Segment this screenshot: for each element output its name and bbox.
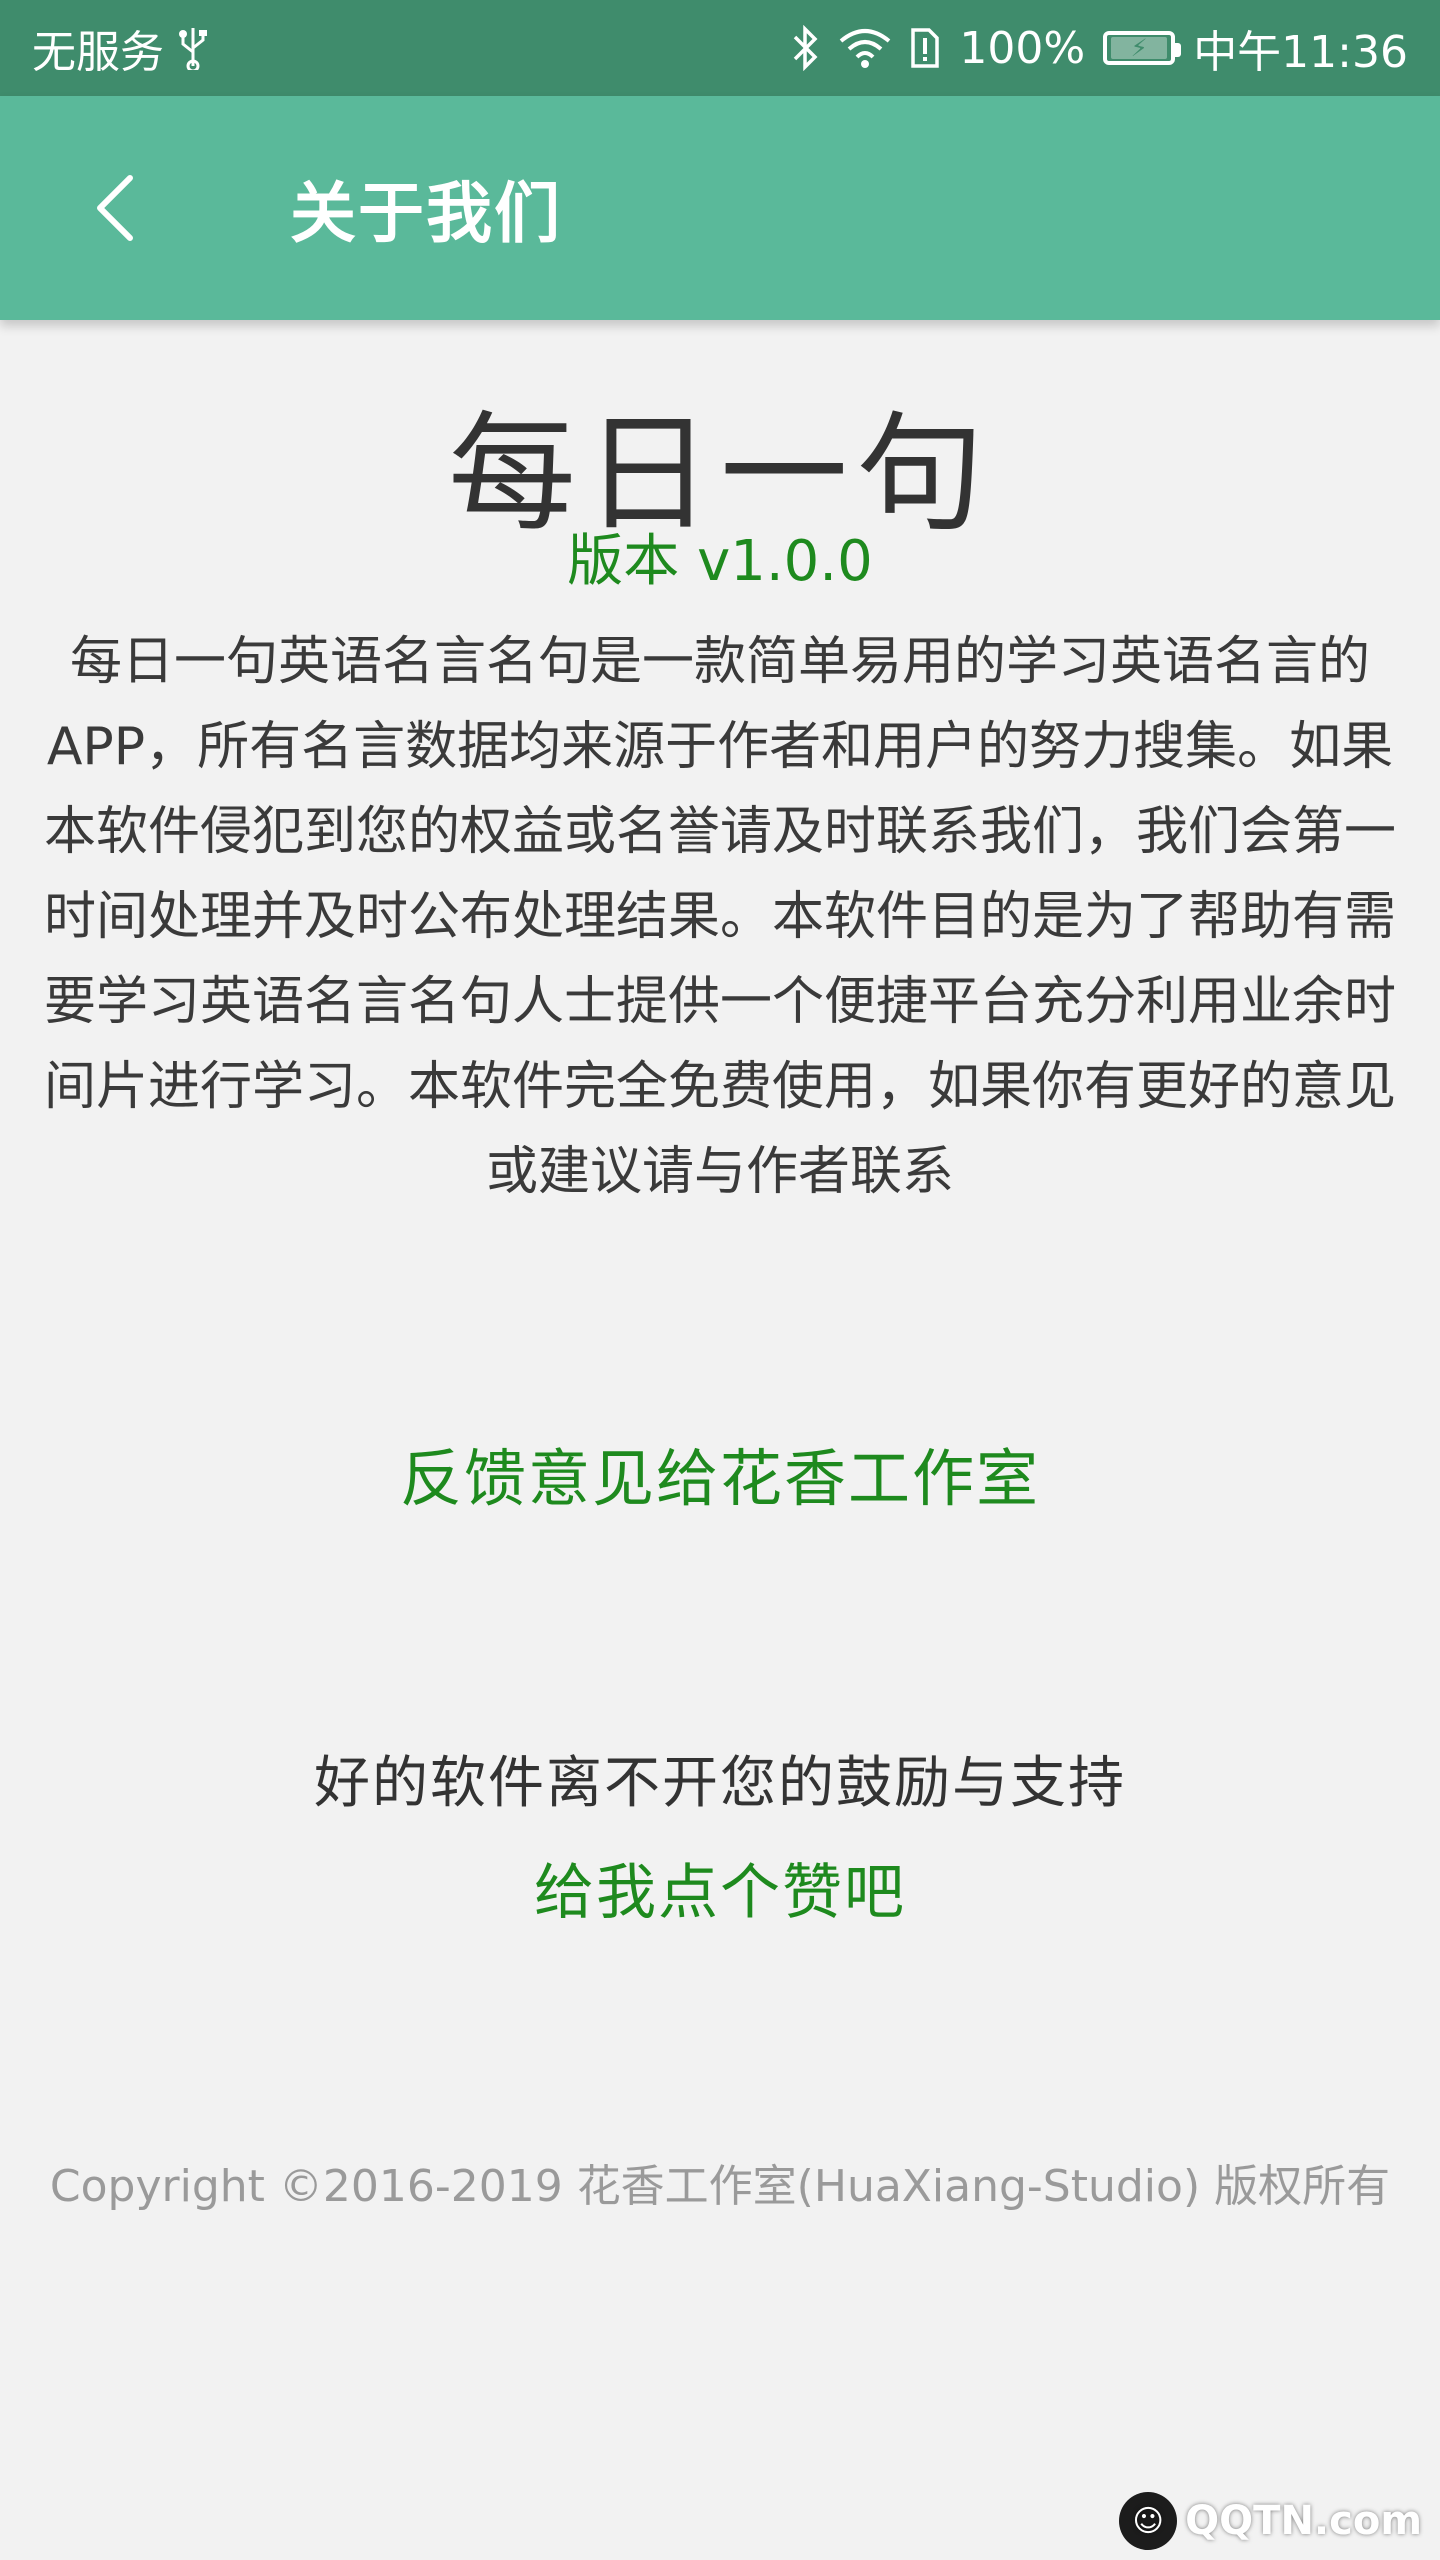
app-description: 每日一句英语名言名句是一款简单易用的学习英语名言的APP，所有名言数据均来源于作… [44, 632, 1397, 1202]
lightning-icon: ⚡ [1130, 34, 1148, 62]
sim-alert-icon [909, 26, 941, 70]
clock-time: 中午11:36 [1193, 27, 1408, 78]
watermark: ☺ QQTN.com [1119, 2492, 1422, 2550]
copyright-text: Copyright ©2016-2019 花香工作室(HuaXiang-Stud… [49, 2161, 1391, 2212]
page-title: 关于我们 [290, 175, 562, 252]
watermark-logo-icon: ☺ [1119, 2492, 1178, 2550]
like-link[interactable]: 给我点个赞吧 [0, 1844, 1440, 1931]
wifi-icon [839, 27, 891, 69]
bluetooth-icon [791, 25, 821, 71]
app-bar: 关于我们 [0, 96, 1440, 320]
battery-percent: 100% [959, 22, 1086, 74]
chevron-left-icon [97, 175, 133, 241]
status-left: 无服务 [32, 16, 208, 80]
status-right: 100% ⚡ 中午11:36 [791, 16, 1408, 80]
usb-icon [178, 26, 208, 70]
carrier-text: 无服务 [32, 27, 164, 78]
version-label: 版本 v1.0.0 [567, 529, 873, 594]
watermark-text: QQTN.com [1185, 2498, 1422, 2544]
about-content: 每日一句 版本 v1.0.0 每日一句英语名言名句是一款简单易用的学习英语名言的… [0, 320, 1440, 2560]
feedback-link[interactable]: 反馈意见给花香工作室 [0, 1428, 1440, 1518]
battery-charging-icon: ⚡ [1103, 31, 1182, 65]
back-button[interactable] [70, 163, 160, 253]
support-text: 好的软件离不开您的鼓励与支持 [314, 1751, 1126, 1816]
status-bar: 无服务 100% ⚡ 中午11:36 [0, 0, 1440, 96]
